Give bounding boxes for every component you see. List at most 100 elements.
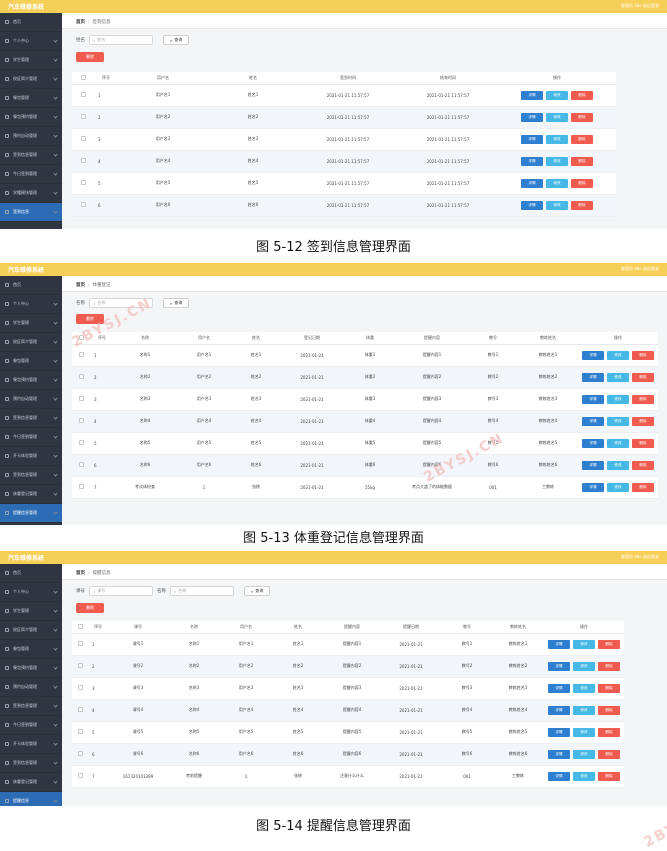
detail-button[interactable]: 详情 bbox=[521, 90, 543, 100]
user-info[interactable]: 管理员 abo 退出登录 bbox=[621, 266, 659, 272]
search-button[interactable]: ⌕ 查询 bbox=[163, 35, 190, 45]
search-button[interactable]: ⌕ 查询 bbox=[244, 586, 271, 596]
sidebar-item[interactable]: 签到信息 bbox=[0, 203, 62, 222]
delete-button[interactable]: 删除 bbox=[632, 372, 654, 382]
sidebar-item[interactable]: 签到信息管理 bbox=[0, 697, 62, 716]
edit-button[interactable]: 修改 bbox=[573, 771, 595, 781]
delete-button[interactable]: 删除 bbox=[571, 200, 593, 210]
edit-button[interactable]: 修改 bbox=[607, 394, 629, 404]
edit-button[interactable]: 修改 bbox=[573, 683, 595, 693]
search-button[interactable]: ⌕ 查询 bbox=[163, 298, 190, 308]
detail-button[interactable]: 详情 bbox=[521, 156, 543, 166]
table-row[interactable]: 1 用户名1 姓名1 2021-01-21 11:57:57 2021-01-21 11… bbox=[72, 84, 616, 107]
table-row[interactable]: 7 考试体检查 1 张棱 2021-01-21 55kg 考点大盖了的体能数据 001 工教练详… bbox=[72, 476, 658, 499]
delete-button[interactable]: 删除 bbox=[598, 771, 620, 781]
table-row[interactable]: 2 用户名2 姓名2 2021-01-21 11:57:57 2021-01-21 11… bbox=[72, 106, 616, 129]
detail-button[interactable]: 详情 bbox=[548, 749, 570, 759]
user-info[interactable]: 管理员 abo 退出登录 bbox=[621, 3, 659, 9]
row-checkbox[interactable] bbox=[77, 729, 83, 734]
detail-button[interactable]: 详情 bbox=[548, 683, 570, 693]
sidebar-item[interactable]: 校区简介管理 bbox=[0, 621, 62, 640]
sidebar-item[interactable]: 个人中心 bbox=[0, 583, 62, 602]
edit-button[interactable]: 修改 bbox=[607, 438, 629, 448]
breadcrumb-home[interactable]: 首页 bbox=[76, 283, 85, 288]
row-checkbox[interactable] bbox=[77, 751, 83, 756]
row-checkbox[interactable] bbox=[77, 707, 83, 712]
row-checkbox[interactable] bbox=[77, 685, 83, 690]
batch-delete-button[interactable]: 删除 bbox=[76, 603, 104, 613]
edit-button[interactable]: 修改 bbox=[573, 749, 595, 759]
delete-button[interactable]: 删除 bbox=[598, 727, 620, 737]
table-row[interactable]: 5 名称5 用户名5 姓名5 2021-01-21 体重5 提醒内容5 教号5 教练姓名5 详情修… bbox=[72, 432, 658, 455]
row-checkbox[interactable] bbox=[78, 374, 84, 379]
table-row[interactable]: 5 课号5 名称5 用户名5 姓名5 提醒内容5 2021-01-21 教号5 教练姓名5 详情修… bbox=[72, 721, 624, 744]
sidebar-item[interactable]: 提醒信息 bbox=[0, 792, 62, 806]
edit-button[interactable]: 修改 bbox=[607, 350, 629, 360]
table-row[interactable]: 4 名称4 用户名4 姓名4 2021-01-21 体重4 提醒内容4 教号4 教练姓名4 详情修… bbox=[72, 410, 658, 433]
sidebar-item[interactable]: 签到信息管理 bbox=[0, 754, 62, 773]
delete-button[interactable]: 删除 bbox=[598, 705, 620, 715]
row-checkbox[interactable] bbox=[80, 202, 86, 207]
delete-button[interactable]: 删除 bbox=[632, 394, 654, 404]
table-row[interactable]: 3 课号3 名称3 用户名3 姓名3 提醒内容3 2021-01-21 教号3 教练姓名3 详情修… bbox=[72, 677, 624, 700]
search-input[interactable]: ⌕ 课号 bbox=[89, 586, 153, 596]
breadcrumb-home[interactable]: 首页 bbox=[76, 571, 85, 576]
sidebar-item[interactable]: 学生管理 bbox=[0, 51, 62, 70]
sidebar-item[interactable]: 今日签到管理 bbox=[0, 165, 62, 184]
sidebar-item[interactable]: 开卡体验管理 bbox=[0, 447, 62, 466]
row-checkbox[interactable] bbox=[78, 462, 84, 467]
sidebar-item[interactable]: 体重登记管理 bbox=[0, 773, 62, 792]
sidebar-item[interactable]: 首页 bbox=[0, 564, 62, 583]
detail-button[interactable]: 详情 bbox=[521, 134, 543, 144]
sidebar-item[interactable]: 预约自动管理 bbox=[0, 678, 62, 697]
delete-button[interactable]: 删除 bbox=[571, 112, 593, 122]
delete-button[interactable]: 删除 bbox=[598, 661, 620, 671]
sidebar-item[interactable]: 首页 bbox=[0, 276, 62, 295]
row-checkbox[interactable] bbox=[80, 158, 86, 163]
sidebar-item[interactable]: 提醒信息管理 bbox=[0, 504, 62, 523]
edit-button[interactable]: 修改 bbox=[607, 372, 629, 382]
search-input[interactable]: ⌕ 名称 bbox=[170, 586, 234, 596]
table-row[interactable]: 1 名称1 用户名1 姓名1 2021-01-21 体重1 提醒内容1 教号1 教练姓名1 详情修… bbox=[72, 344, 658, 367]
delete-button[interactable]: 删除 bbox=[571, 156, 593, 166]
detail-button[interactable]: 详情 bbox=[521, 200, 543, 210]
row-checkbox[interactable] bbox=[80, 180, 86, 185]
sidebar-item[interactable]: 餐包预约管理 bbox=[0, 108, 62, 127]
edit-button[interactable]: 修改 bbox=[573, 639, 595, 649]
detail-button[interactable]: 详情 bbox=[582, 394, 604, 404]
delete-button[interactable]: 删除 bbox=[632, 350, 654, 360]
sidebar-item[interactable]: 个人中心 bbox=[0, 295, 62, 314]
edit-button[interactable]: 修改 bbox=[546, 90, 568, 100]
edit-button[interactable]: 修改 bbox=[546, 156, 568, 166]
sidebar-item[interactable]: 餐包预约管理 bbox=[0, 371, 62, 390]
sidebar-item[interactable]: 校区简介管理 bbox=[0, 333, 62, 352]
sidebar-item[interactable]: 个人中心 bbox=[0, 32, 62, 51]
edit-button[interactable]: 修改 bbox=[546, 134, 568, 144]
delete-button[interactable]: 删除 bbox=[632, 438, 654, 448]
table-row[interactable]: 6 课号6 名称6 用户名6 姓名6 提醒内容6 2021-01-21 教号6 教练姓名6 详情修… bbox=[72, 743, 624, 766]
row-checkbox[interactable] bbox=[77, 663, 83, 668]
detail-button[interactable]: 详情 bbox=[582, 482, 604, 492]
sidebar-item[interactable]: 签到信息管理 bbox=[0, 409, 62, 428]
edit-button[interactable]: 修改 bbox=[573, 727, 595, 737]
delete-button[interactable]: 删除 bbox=[632, 460, 654, 470]
sidebar-item[interactable]: 开卡体验管理 bbox=[0, 735, 62, 754]
sidebar-item[interactable]: 签到信息管理 bbox=[0, 146, 62, 165]
sidebar-item[interactable]: 餐包预约管理 bbox=[0, 659, 62, 678]
table-row[interactable]: 1 课号1 名称1 用户名1 姓名1 提醒内容1 2021-01-21 教号1 教练姓名1 详情修… bbox=[72, 633, 624, 656]
sidebar-item[interactable]: 学籍模块管理 bbox=[0, 184, 62, 203]
row-checkbox[interactable] bbox=[78, 396, 84, 401]
edit-button[interactable]: 修改 bbox=[546, 178, 568, 188]
detail-button[interactable]: 详情 bbox=[521, 112, 543, 122]
user-info[interactable]: 管理员 abo 退出登录 bbox=[621, 554, 659, 560]
detail-button[interactable]: 详情 bbox=[582, 460, 604, 470]
detail-button[interactable]: 详情 bbox=[582, 350, 604, 360]
detail-button[interactable]: 详情 bbox=[582, 372, 604, 382]
delete-button[interactable]: 删除 bbox=[598, 639, 620, 649]
search-input[interactable]: ⌕ 姓名 bbox=[89, 35, 153, 45]
row-checkbox[interactable] bbox=[77, 641, 83, 646]
table-row[interactable]: 3 名称3 用户名3 姓名3 2021-01-21 体重3 提醒内容3 教号3 教练姓名3 详情修… bbox=[72, 388, 658, 411]
delete-button[interactable]: 删除 bbox=[632, 416, 654, 426]
delete-button[interactable]: 删除 bbox=[571, 134, 593, 144]
sidebar-item[interactable]: 餐包管理 bbox=[0, 640, 62, 659]
